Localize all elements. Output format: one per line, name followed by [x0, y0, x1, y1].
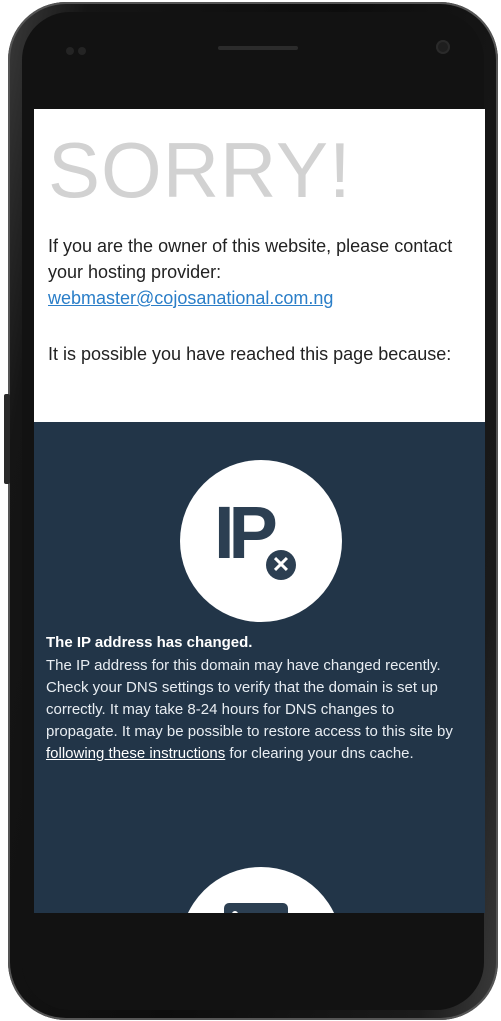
phone-speaker	[218, 46, 298, 50]
instructions-link[interactable]: following these instructions	[46, 745, 225, 762]
reason-title: The IP address has changed.	[46, 634, 253, 651]
server-icon	[180, 867, 342, 913]
ip-address-icon: IP ✕	[180, 460, 342, 622]
reason-body-text-end: for clearing your dns cache.	[225, 745, 414, 762]
phone-side-button	[4, 394, 10, 484]
owner-message: If you are the owner of this website, pl…	[48, 233, 468, 311]
reason-intro: It is possible you have reached this pag…	[48, 344, 452, 364]
owner-message-text: If you are the owner of this website, pl…	[48, 236, 453, 282]
phone-sensors	[66, 42, 96, 55]
error-x-icon: ✕	[262, 546, 300, 584]
contact-email-link[interactable]: webmaster@cojosanational.com.ng	[48, 288, 333, 308]
reason-body-text: The IP address for this domain may have …	[46, 657, 453, 740]
page-heading: SORRY!	[48, 126, 352, 214]
server-rack-icon	[224, 903, 288, 913]
reason-body: The IP address for this domain may have …	[46, 655, 461, 765]
browser-screen[interactable]: SORRY! If you are the owner of this webs…	[34, 109, 485, 913]
reasons-panel: IP ✕ The IP address has changed. The IP …	[34, 422, 485, 913]
front-camera-icon	[436, 40, 450, 54]
